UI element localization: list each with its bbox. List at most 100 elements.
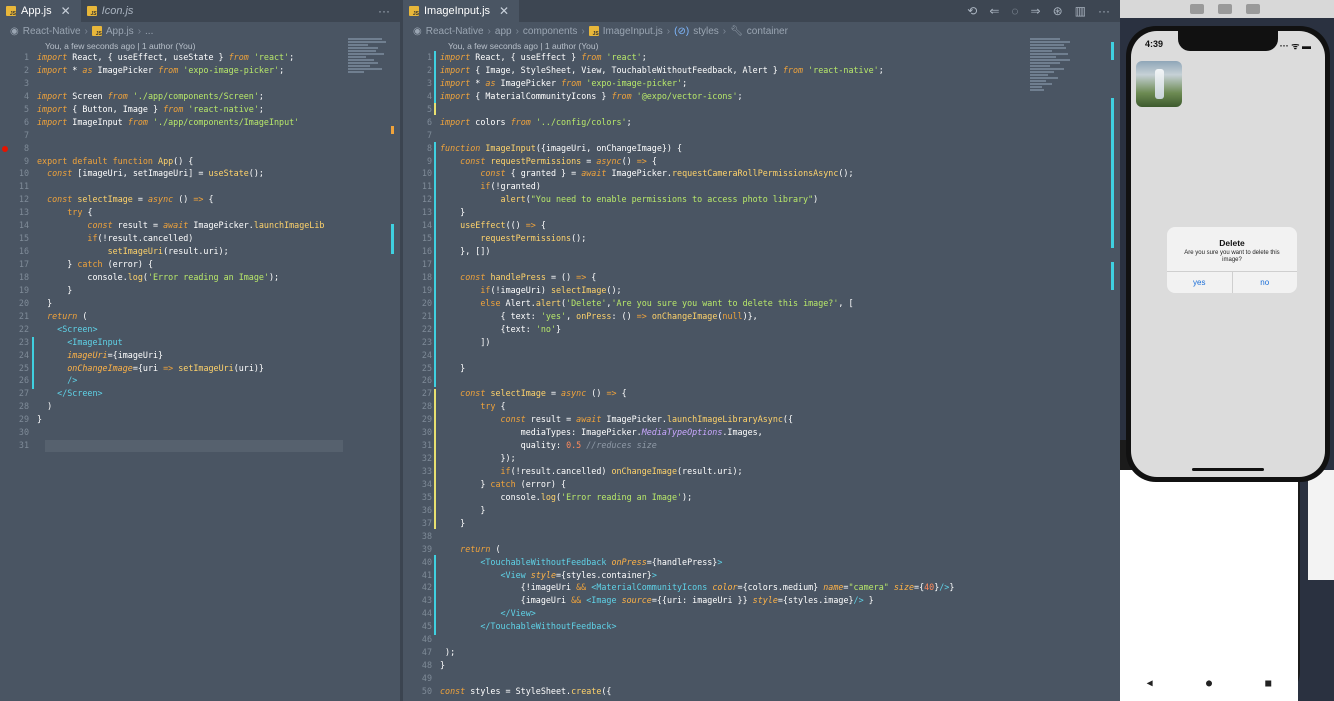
code-line[interactable]: 11 [0,180,400,193]
code-line[interactable]: 46 [403,633,1120,646]
home-indicator[interactable] [1192,468,1264,471]
left-editor-pane[interactable]: App.js ✕ Icon.js ··· ◉ React-Native › Ap… [0,0,400,701]
code-line[interactable]: 23 <ImageInput [0,336,400,349]
code-line[interactable]: 29 const result = await ImagePicker.laun… [403,413,1120,426]
code-line[interactable]: 9 const requestPermissions = async() => … [403,155,1120,168]
breadcrumb-item-container[interactable]: container [747,26,788,37]
code-editor[interactable]: 1 import React, { useEffect, useState } f… [0,51,400,452]
code-line[interactable]: 28 try { [403,400,1120,413]
code-line[interactable]: 8 [0,142,400,155]
code-line[interactable]: 22 <Screen> [0,323,400,336]
circle-dot-icon[interactable]: ◌ [1011,4,1018,18]
code-line[interactable]: 13 } [403,206,1120,219]
code-line[interactable]: 50 const styles = StyleSheet.create({ [403,685,1120,698]
code-line[interactable]: 18 const handlePress = () => { [403,271,1120,284]
code-line[interactable]: 2 import * as ImagePicker from 'expo-imag… [0,64,400,77]
code-line[interactable]: 21 return ( [0,310,400,323]
code-line[interactable]: 33 if(!result.cancelled) onChangeImage(r… [403,465,1120,478]
android-screen[interactable] [1120,470,1298,670]
breadcrumb-item-styles[interactable]: styles [693,26,719,37]
code-line[interactable]: 7 [0,129,400,142]
code-line[interactable]: 38 [403,530,1120,543]
code-line[interactable]: 11 if(!granted) [403,180,1120,193]
breadcrumb-item-file[interactable]: ImageInput.js [603,26,663,37]
code-line[interactable]: 30 [0,426,400,439]
close-icon[interactable]: ✕ [61,4,71,18]
code-line[interactable]: 32 }); [403,452,1120,465]
code-line[interactable]: 6 import colors from '../config/colors'; [403,116,1120,129]
code-line[interactable]: 10 const [imageUri, setImageUri] = useSt… [0,167,400,180]
alert-no-button[interactable]: no [1231,272,1298,293]
compare-changes-icon[interactable]: ⟲ [967,4,977,18]
code-line[interactable]: 44 </View> [403,607,1120,620]
code-line[interactable]: 29} [0,413,400,426]
code-line[interactable]: 13 try { [0,206,400,219]
code-line[interactable]: 37 } [403,517,1120,530]
code-line[interactable]: 15 requestPermissions(); [403,232,1120,245]
code-line[interactable]: 35 console.log('Error reading an Image')… [403,491,1120,504]
code-line[interactable]: 9 export default function App() { [0,155,400,168]
code-line[interactable]: 7 [403,129,1120,142]
code-line[interactable]: 47 ); [403,646,1120,659]
code-line[interactable]: 43 {imageUri && <Image source={{uri: ima… [403,594,1120,607]
code-line[interactable]: 15 if(!result.cancelled) [0,232,400,245]
code-line[interactable]: 17 } catch (error) { [0,258,400,271]
more-actions-icon[interactable]: ··· [1098,4,1110,18]
split-editor-icon[interactable]: ▥ [1075,4,1086,18]
go-back-icon[interactable]: ⇐ [989,4,999,18]
rotate-icon[interactable] [1246,4,1260,14]
code-line[interactable]: 5 [403,103,1120,116]
code-line[interactable]: 20 } [0,297,400,310]
breadcrumb-item-app[interactable]: app [495,26,512,37]
image-input-thumbnail[interactable] [1136,61,1182,107]
code-line[interactable]: 25 onChangeImage={uri => setImageUri(uri… [0,362,400,375]
code-line[interactable]: 14 useEffect(() => { [403,219,1120,232]
code-line[interactable]: 40 <TouchableWithoutFeedback onPress={ha… [403,556,1120,569]
code-line[interactable]: 24 [403,349,1120,362]
code-line[interactable]: 23 ]) [403,336,1120,349]
breakpoint-icon[interactable] [2,146,8,152]
code-line[interactable]: 26 /> [0,374,400,387]
code-line[interactable]: 21 { text: 'yes', onPress: () => onChang… [403,310,1120,323]
code-line[interactable]: 3 [0,77,400,90]
code-line[interactable]: 34 } catch (error) { [403,478,1120,491]
code-line[interactable]: 28 ) [0,400,400,413]
code-line[interactable]: 30 mediaTypes: ImagePicker.MediaTypeOpti… [403,426,1120,439]
code-line[interactable]: 1 import React, { useEffect } from 'react… [403,51,1120,64]
breadcrumb-item-repo[interactable]: React-Native [426,26,484,37]
android-home-icon[interactable]: ● [1206,678,1212,689]
code-line[interactable]: 31 [0,439,400,452]
code-line[interactable]: 45 </TouchableWithoutFeedback> [403,620,1120,633]
code-line[interactable]: 19 } [0,284,400,297]
go-forward-icon[interactable]: ⇒ [1031,4,1041,18]
right-editor-pane[interactable]: ImageInput.js ✕ ⟲ ⇐ ◌ ⇒ ⊛ ▥ ··· ◉ React-… [403,0,1120,701]
iphone-screen[interactable]: 4:39 ··· ᯤ ▬ Delete Are you sure you wan… [1131,31,1325,477]
code-line[interactable]: 12 alert("You need to enable permissions… [403,193,1120,206]
code-line[interactable]: 5 import { Button, Image } from 'react-na… [0,103,400,116]
code-line[interactable]: 42 {!imageUri && <MaterialCommunityIcons… [403,581,1120,594]
code-line[interactable]: 26 [403,374,1120,387]
code-line[interactable]: 25 } [403,362,1120,375]
code-line[interactable]: 6 import ImageInput from './app/component… [0,116,400,129]
code-line[interactable]: 1 import React, { useEffect, useState } f… [0,51,400,64]
code-line[interactable]: 3 import * as ImagePicker from 'expo-imag… [403,77,1120,90]
code-line[interactable]: 18 console.log('Error reading an Image')… [0,271,400,284]
code-line[interactable]: 49 [403,672,1120,685]
code-line[interactable]: 20 else Alert.alert('Delete','Are you su… [403,297,1120,310]
code-line[interactable]: 8 function ImageInput({imageUri, onChange… [403,142,1120,155]
android-recents-icon[interactable]: ■ [1265,678,1271,689]
code-line[interactable]: 27 const selectImage = async () => { [403,387,1120,400]
tab-imageinput-js[interactable]: ImageInput.js ✕ [403,0,520,22]
close-icon[interactable]: ✕ [499,4,509,18]
code-line[interactable]: 41 <View style={styles.container}> [403,569,1120,582]
home-icon[interactable] [1218,4,1232,14]
minimap[interactable] [348,38,388,138]
code-line[interactable]: 48} [403,659,1120,672]
breadcrumb-item-repo[interactable]: React-Native [23,26,81,37]
code-line[interactable]: 14 const result = await ImagePicker.laun… [0,219,400,232]
code-line[interactable]: 36 } [403,504,1120,517]
code-line[interactable]: 16 }, []) [403,245,1120,258]
android-back-icon[interactable]: ◀ [1147,678,1153,689]
more-actions-icon[interactable]: ··· [378,4,390,18]
code-line[interactable]: 17 [403,258,1120,271]
